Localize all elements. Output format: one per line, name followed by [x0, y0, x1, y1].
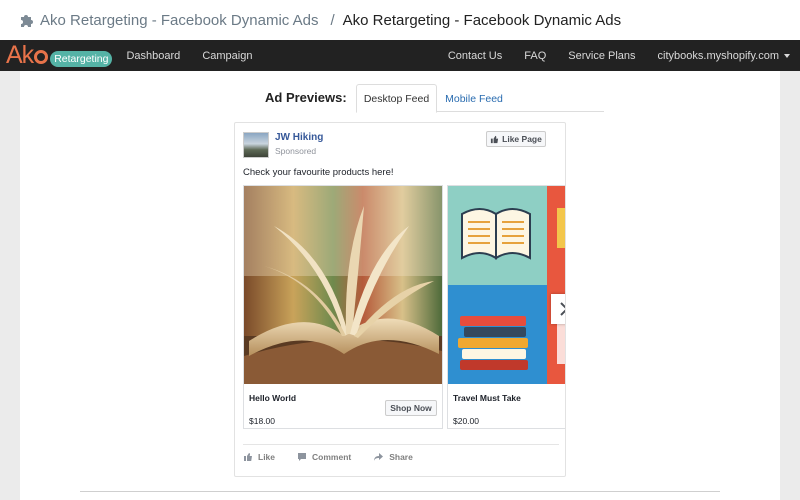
carousel-next-button[interactable] — [551, 294, 565, 324]
thumbs-up-icon — [244, 453, 252, 461]
chevron-right-icon — [560, 302, 565, 316]
product-title[interactable]: Hello World — [249, 393, 296, 403]
sponsored-label: Sponsored — [275, 146, 317, 156]
product-image-open-book[interactable] — [244, 186, 442, 384]
caret-down-icon — [784, 53, 790, 58]
tab-desktop-feed[interactable]: Desktop Feed — [356, 84, 437, 113]
tab-mobile-feed[interactable]: Mobile Feed — [440, 84, 508, 113]
comment-icon — [298, 453, 307, 461]
ad-actions: Like Comment Share — [243, 450, 435, 464]
like-label: Like — [258, 452, 276, 462]
shop-now-button[interactable]: Shop Now — [385, 400, 437, 416]
puzzle-icon — [21, 15, 33, 27]
nav-left: Dashboard Campaign — [126, 50, 274, 62]
nav-dashboard[interactable]: Dashboard — [126, 50, 180, 62]
app-header: Ako Retargeting - Facebook Dynamic Ads /… — [0, 0, 800, 40]
nav-service-plans[interactable]: Service Plans — [568, 50, 635, 62]
logo-o-ring — [34, 50, 49, 64]
breadcrumb-app[interactable]: Ako Retargeting - Facebook Dynamic Ads — [40, 12, 318, 29]
nav-right: Contact Us FAQ Service Plans citybooks.m… — [426, 50, 790, 62]
share-icon — [374, 453, 384, 461]
product-title[interactable]: Travel Must Take — [453, 393, 521, 403]
logo-badge: Retargeting — [50, 50, 113, 67]
page-avatar[interactable] — [243, 132, 269, 158]
logo-text: Ak — [6, 41, 34, 69]
ad-message: Check your favourite products here! — [243, 167, 394, 178]
comment-action[interactable]: Comment — [297, 452, 351, 462]
like-page-button[interactable]: Like Page — [486, 131, 546, 147]
page-title: Ako Retargeting - Facebook Dynamic Ads — [342, 11, 622, 29]
divider — [243, 444, 559, 445]
breadcrumb-separator: / — [330, 11, 335, 29]
product-price: $20.00 — [453, 416, 479, 426]
like-action[interactable]: Like — [243, 452, 275, 462]
share-action[interactable]: Share — [373, 452, 413, 462]
preview-tabs: Desktop Feed Mobile Feed — [356, 84, 604, 113]
divider — [80, 491, 720, 492]
logo[interactable]: Ak Retargeting — [6, 40, 113, 71]
navbar: Ak Retargeting Dashboard Campaign Contac… — [0, 40, 800, 71]
comment-label: Comment — [312, 452, 352, 462]
like-page-label: Like Page — [502, 134, 542, 144]
nav-faq[interactable]: FAQ — [524, 50, 546, 62]
product-price: $18.00 — [249, 416, 275, 426]
store-dropdown[interactable]: citybooks.myshopify.com — [658, 50, 790, 62]
nav-campaign[interactable]: Campaign — [202, 50, 252, 62]
product-carousel: Hello World Shop Now $18.00 Travel Must … — [243, 185, 565, 431]
page-name-link[interactable]: JW Hiking — [275, 132, 323, 143]
ad-previews-label: Ad Previews: — [265, 90, 347, 105]
ad-preview: JW Hiking Sponsored Like Page Check your… — [234, 122, 566, 477]
carousel-card[interactable]: Travel Must Take $20.00 — [447, 185, 565, 429]
nav-contact-us[interactable]: Contact Us — [448, 50, 502, 62]
product-image-books-illustration[interactable] — [448, 186, 565, 384]
thumbs-up-icon — [491, 135, 499, 143]
carousel-card[interactable]: Hello World Shop Now $18.00 — [243, 185, 443, 429]
store-name: citybooks.myshopify.com — [657, 49, 779, 62]
share-label: Share — [389, 452, 413, 462]
